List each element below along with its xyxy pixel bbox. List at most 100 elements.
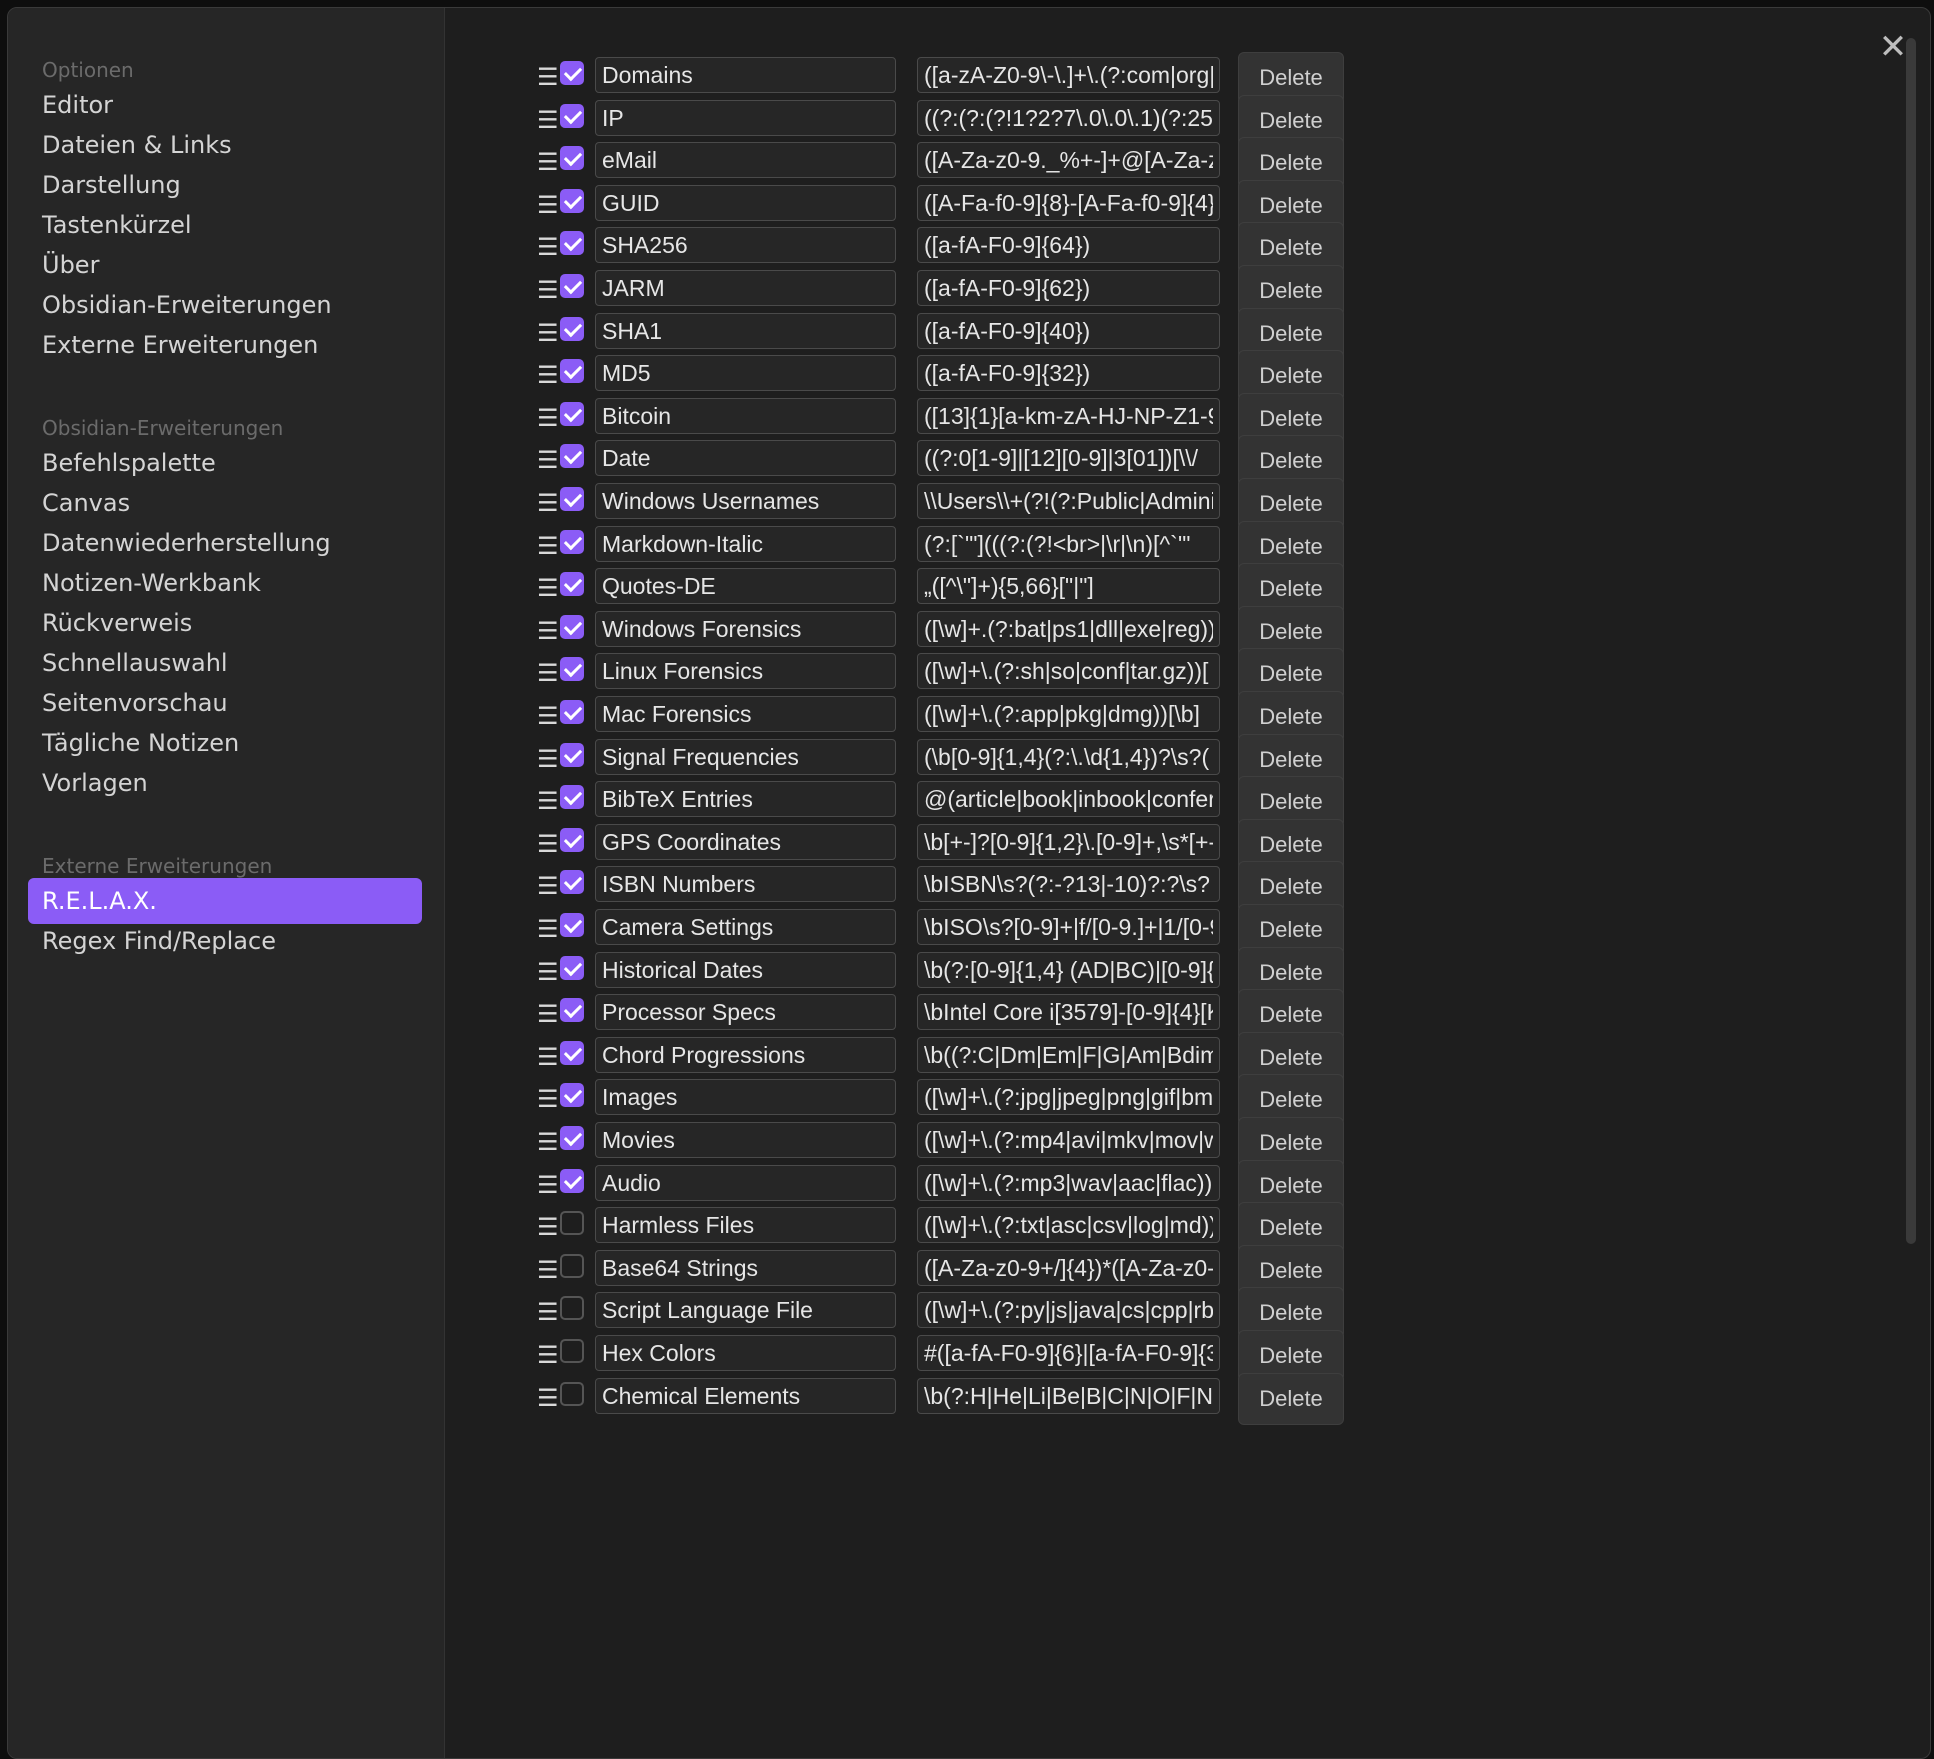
rule-enabled-checkbox[interactable] bbox=[560, 1169, 584, 1193]
rule-regex-input[interactable] bbox=[917, 483, 1220, 519]
rule-enabled-checkbox[interactable] bbox=[560, 700, 584, 724]
rule-name-input[interactable] bbox=[595, 696, 896, 732]
drag-handle-icon[interactable]: ☰ bbox=[537, 789, 559, 813]
rule-regex-input[interactable] bbox=[917, 909, 1220, 945]
drag-handle-icon[interactable]: ☰ bbox=[537, 491, 559, 515]
rule-regex-input[interactable] bbox=[917, 100, 1220, 136]
drag-handle-icon[interactable]: ☰ bbox=[537, 1258, 559, 1282]
rule-name-input[interactable] bbox=[595, 142, 896, 178]
rule-regex-input[interactable] bbox=[917, 781, 1220, 817]
drag-handle-icon[interactable]: ☰ bbox=[537, 363, 559, 387]
rule-regex-input[interactable] bbox=[917, 1207, 1220, 1243]
rule-regex-input[interactable] bbox=[917, 398, 1220, 434]
rule-name-input[interactable] bbox=[595, 1079, 896, 1115]
rule-enabled-checkbox[interactable] bbox=[560, 1254, 584, 1278]
rule-regex-input[interactable] bbox=[917, 526, 1220, 562]
rule-enabled-checkbox[interactable] bbox=[560, 402, 584, 426]
rule-name-input[interactable] bbox=[595, 270, 896, 306]
rule-name-input[interactable] bbox=[595, 1165, 896, 1201]
drag-handle-icon[interactable]: ☰ bbox=[537, 1087, 559, 1111]
rule-name-input[interactable] bbox=[595, 57, 896, 93]
rule-regex-input[interactable] bbox=[917, 653, 1220, 689]
rule-enabled-checkbox[interactable] bbox=[560, 1339, 584, 1363]
rule-regex-input[interactable] bbox=[917, 355, 1220, 391]
drag-handle-icon[interactable]: ☰ bbox=[537, 1300, 559, 1324]
scrollbar-thumb[interactable] bbox=[1906, 38, 1916, 1244]
rule-enabled-checkbox[interactable] bbox=[560, 1083, 584, 1107]
rule-regex-input[interactable] bbox=[917, 696, 1220, 732]
rule-regex-input[interactable] bbox=[917, 57, 1220, 93]
rule-name-input[interactable] bbox=[595, 1378, 896, 1414]
rule-name-input[interactable] bbox=[595, 611, 896, 647]
rule-enabled-checkbox[interactable] bbox=[560, 828, 584, 852]
rule-enabled-checkbox[interactable] bbox=[560, 530, 584, 554]
drag-handle-icon[interactable]: ☰ bbox=[537, 321, 559, 345]
rule-regex-input[interactable] bbox=[917, 440, 1220, 476]
rule-regex-input[interactable] bbox=[917, 227, 1220, 263]
rule-enabled-checkbox[interactable] bbox=[560, 785, 584, 809]
rule-regex-input[interactable] bbox=[917, 994, 1220, 1030]
drag-handle-icon[interactable]: ☰ bbox=[537, 534, 559, 558]
rule-regex-input[interactable] bbox=[917, 824, 1220, 860]
rule-regex-input[interactable] bbox=[917, 611, 1220, 647]
rule-name-input[interactable] bbox=[595, 1292, 896, 1328]
drag-handle-icon[interactable]: ☰ bbox=[537, 1343, 559, 1367]
rule-enabled-checkbox[interactable] bbox=[560, 956, 584, 980]
rule-regex-input[interactable] bbox=[917, 1378, 1220, 1414]
drag-handle-icon[interactable]: ☰ bbox=[537, 448, 559, 472]
drag-handle-icon[interactable]: ☰ bbox=[537, 65, 559, 89]
drag-handle-icon[interactable]: ☰ bbox=[537, 1215, 559, 1239]
rule-enabled-checkbox[interactable] bbox=[560, 615, 584, 639]
rule-name-input[interactable] bbox=[595, 781, 896, 817]
delete-button[interactable]: Delete bbox=[1238, 1373, 1344, 1425]
rule-regex-input[interactable] bbox=[917, 568, 1220, 604]
rule-regex-input[interactable] bbox=[917, 739, 1220, 775]
rule-name-input[interactable] bbox=[595, 313, 896, 349]
rule-name-input[interactable] bbox=[595, 952, 896, 988]
drag-handle-icon[interactable]: ☰ bbox=[537, 150, 559, 174]
drag-handle-icon[interactable]: ☰ bbox=[537, 832, 559, 856]
sidebar-item-regex-find-replace[interactable]: Regex Find/Replace bbox=[28, 918, 422, 964]
drag-handle-icon[interactable]: ☰ bbox=[537, 1045, 559, 1069]
rule-enabled-checkbox[interactable] bbox=[560, 743, 584, 767]
rule-enabled-checkbox[interactable] bbox=[560, 913, 584, 937]
rule-enabled-checkbox[interactable] bbox=[560, 317, 584, 341]
drag-handle-icon[interactable]: ☰ bbox=[537, 1130, 559, 1154]
rule-regex-input[interactable] bbox=[917, 1079, 1220, 1115]
rule-name-input[interactable] bbox=[595, 1122, 896, 1158]
rule-name-input[interactable] bbox=[595, 909, 896, 945]
drag-handle-icon[interactable]: ☰ bbox=[537, 960, 559, 984]
rule-name-input[interactable] bbox=[595, 994, 896, 1030]
rule-enabled-checkbox[interactable] bbox=[560, 274, 584, 298]
drag-handle-icon[interactable]: ☰ bbox=[537, 661, 559, 685]
rule-name-input[interactable] bbox=[595, 1207, 896, 1243]
rule-name-input[interactable] bbox=[595, 824, 896, 860]
rule-enabled-checkbox[interactable] bbox=[560, 189, 584, 213]
rule-enabled-checkbox[interactable] bbox=[560, 998, 584, 1022]
rule-enabled-checkbox[interactable] bbox=[560, 146, 584, 170]
rule-enabled-checkbox[interactable] bbox=[560, 359, 584, 383]
rule-enabled-checkbox[interactable] bbox=[560, 487, 584, 511]
sidebar-item-vorlagen[interactable]: Vorlagen bbox=[28, 760, 422, 806]
drag-handle-icon[interactable]: ☰ bbox=[537, 619, 559, 643]
rule-enabled-checkbox[interactable] bbox=[560, 61, 584, 85]
rule-enabled-checkbox[interactable] bbox=[560, 572, 584, 596]
drag-handle-icon[interactable]: ☰ bbox=[537, 576, 559, 600]
close-icon[interactable]: ✕ bbox=[1876, 30, 1910, 64]
drag-handle-icon[interactable]: ☰ bbox=[537, 704, 559, 728]
rule-enabled-checkbox[interactable] bbox=[560, 870, 584, 894]
rule-enabled-checkbox[interactable] bbox=[560, 1041, 584, 1065]
rule-name-input[interactable] bbox=[595, 227, 896, 263]
drag-handle-icon[interactable]: ☰ bbox=[537, 278, 559, 302]
rule-name-input[interactable] bbox=[595, 1335, 896, 1371]
rule-name-input[interactable] bbox=[595, 440, 896, 476]
rule-enabled-checkbox[interactable] bbox=[560, 1126, 584, 1150]
rule-regex-input[interactable] bbox=[917, 1335, 1220, 1371]
sidebar-item-externe-erweiterungen[interactable]: Externe Erweiterungen bbox=[28, 322, 422, 368]
drag-handle-icon[interactable]: ☰ bbox=[537, 874, 559, 898]
rule-name-input[interactable] bbox=[595, 1037, 896, 1073]
rule-regex-input[interactable] bbox=[917, 270, 1220, 306]
rule-regex-input[interactable] bbox=[917, 313, 1220, 349]
rule-enabled-checkbox[interactable] bbox=[560, 1211, 584, 1235]
drag-handle-icon[interactable]: ☰ bbox=[537, 235, 559, 259]
